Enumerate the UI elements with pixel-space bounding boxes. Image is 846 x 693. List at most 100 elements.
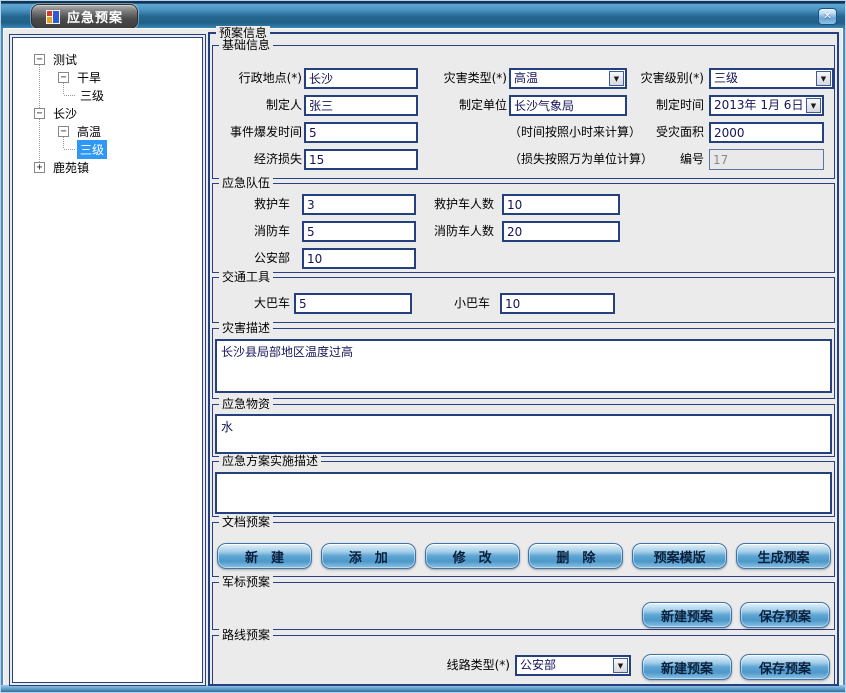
admin-location-label: 行政地点(*): [213, 68, 302, 89]
supplies-groupbox: 应急物资 水: [212, 404, 835, 457]
tree-node-label[interactable]: 测试: [50, 50, 80, 69]
disaster-desc-title: 灾害描述: [219, 321, 273, 336]
modify-button[interactable]: 修 改: [425, 543, 520, 569]
title-bar: 应急预案 ✕: [1, 1, 845, 29]
affected-area-label: 受灾面积: [619, 122, 704, 143]
tree-node-label[interactable]: 鹿苑镇: [50, 158, 92, 177]
tree-node-label[interactable]: 长沙: [50, 104, 80, 123]
window-title: 应急预案: [67, 7, 123, 26]
tree-expand-icon[interactable]: +: [34, 162, 45, 173]
mil-plan-button-row: 新建预案 保存预案: [634, 602, 830, 628]
tree-collapse-icon[interactable]: −: [34, 54, 45, 65]
close-icon: ✕: [823, 11, 831, 22]
supplies-title: 应急物资: [219, 397, 273, 412]
impl-desc-title: 应急方案实施描述: [219, 454, 321, 469]
route-plan-title: 路线预案: [219, 628, 273, 643]
app-icon: [46, 10, 60, 24]
small-bus-input[interactable]: [500, 293, 615, 314]
add-button[interactable]: 添 加: [321, 543, 416, 569]
basic-info-groupbox: 基础信息 行政地点(*) 灾害类型(*) 高温 ▼ 灾害级别(*) 三级 ▼ 制…: [212, 45, 835, 179]
route-type-select[interactable]: 公安部 ▼: [515, 655, 631, 676]
impl-desc-textarea[interactable]: [215, 472, 832, 514]
create-time-label: 制定时间: [619, 95, 704, 116]
serial-no-label: 编号: [619, 149, 704, 170]
tree-node-label[interactable]: 高温: [74, 122, 104, 141]
small-bus-label: 小巴车: [403, 293, 490, 314]
dropdown-arrow-icon[interactable]: ▼: [806, 98, 821, 113]
ambulance-label: 救护车: [213, 194, 290, 215]
big-bus-label: 大巴车: [213, 293, 290, 314]
basic-info-title: 基础信息: [219, 38, 273, 53]
plan-template-button[interactable]: 预案模版: [632, 543, 727, 569]
tree-node-ceshi[interactable]: − 测试: [34, 50, 80, 68]
ambulance-crew-input[interactable]: [502, 194, 620, 215]
serial-no-input: [709, 149, 824, 170]
outbreak-time-input[interactable]: [304, 122, 418, 143]
dropdown-arrow-icon[interactable]: ▼: [613, 658, 628, 673]
fire-truck-label: 消防车: [213, 221, 290, 242]
big-bus-input[interactable]: [294, 293, 412, 314]
tree-node-luyuanzhen[interactable]: + 鹿苑镇: [34, 158, 92, 176]
route-new-plan-button[interactable]: 新建预案: [642, 654, 732, 680]
tree-node-label[interactable]: 干旱: [74, 68, 104, 87]
outbreak-time-label: 事件爆发时间: [213, 122, 302, 143]
disaster-desc-textarea[interactable]: 长沙县局部地区温度过高: [215, 339, 832, 393]
supplies-textarea[interactable]: 水: [215, 414, 832, 454]
tree-collapse-icon[interactable]: −: [58, 72, 69, 83]
mil-save-plan-button[interactable]: 保存预案: [740, 602, 830, 628]
plan-info-groupbox: 预案信息 基础信息 行政地点(*) 灾害类型(*) 高温 ▼ 灾害级别(*) 三…: [208, 32, 839, 686]
impl-desc-groupbox: 应急方案实施描述: [212, 461, 835, 517]
team-groupbox: 应急队伍 救护车 救护车人数 消防车 消防车人数 公安部: [212, 183, 835, 273]
tree-node-changsha[interactable]: − 长沙: [34, 104, 80, 122]
tree-node-sanji-1[interactable]: 三级: [64, 86, 107, 104]
new-button[interactable]: 新 建: [217, 543, 312, 569]
plan-tree-panel: − 测试 − 干旱 三级 − 长沙 − 高温 三级: [9, 34, 206, 686]
tree-node-ganhan[interactable]: − 干旱: [58, 68, 104, 86]
route-plan-button-row: 新建预案 保存预案: [634, 654, 830, 680]
police-label: 公安部: [213, 248, 290, 269]
team-title: 应急队伍: [219, 176, 273, 191]
doc-plan-button-row: 新 建 添 加 修 改 删 除 预案模版 生成预案: [217, 543, 831, 569]
fire-crew-input[interactable]: [502, 221, 620, 242]
creator-input[interactable]: [304, 95, 418, 116]
police-input[interactable]: [302, 248, 416, 269]
tree-collapse-icon[interactable]: −: [58, 126, 69, 137]
disaster-type-value: 高温: [511, 70, 608, 87]
app-window: 应急预案 ✕ − 测试 − 干旱 三级 −: [0, 0, 846, 693]
delete-button[interactable]: 删 除: [528, 543, 623, 569]
disaster-level-value: 三级: [711, 70, 815, 87]
creator-label: 制定人: [213, 95, 302, 116]
tree-stub-line: [64, 149, 75, 150]
route-plan-groupbox: 路线预案 线路类型(*) 公安部 ▼ 新建预案 保存预案: [212, 635, 835, 686]
fire-crew-label: 消防车人数: [393, 221, 494, 242]
transport-groupbox: 交通工具 大巴车 小巴车: [212, 277, 835, 323]
tree-node-label-selected[interactable]: 三级: [77, 140, 107, 159]
window-bottom-edge: [1, 685, 845, 692]
disaster-level-select[interactable]: 三级 ▼: [709, 68, 834, 89]
tree-node-label[interactable]: 三级: [77, 86, 107, 105]
tree-collapse-icon[interactable]: −: [34, 108, 45, 119]
economic-loss-input[interactable]: [304, 149, 418, 170]
unit-input[interactable]: [509, 95, 627, 116]
tree-node-gaowen[interactable]: − 高温: [58, 122, 104, 140]
unit-label: 制定单位: [423, 95, 507, 116]
admin-location-input[interactable]: [304, 68, 418, 89]
generate-plan-button[interactable]: 生成预案: [736, 543, 831, 569]
doc-plan-title: 文档预案: [219, 515, 273, 530]
plan-tree: − 测试 − 干旱 三级 − 长沙 − 高温 三级: [12, 37, 203, 683]
tree-stub-line: [64, 95, 75, 96]
mil-plan-groupbox: 军标预案 新建预案 保存预案: [212, 582, 835, 630]
create-time-datepicker[interactable]: 2013年 1月 6日 ▼: [709, 95, 824, 116]
close-button[interactable]: ✕: [818, 8, 837, 25]
doc-plan-groupbox: 文档预案 新 建 添 加 修 改 删 除 预案模版 生成预案: [212, 522, 835, 577]
route-type-label: 线路类型(*): [393, 655, 510, 676]
ambulance-crew-label: 救护车人数: [393, 194, 494, 215]
mil-new-plan-button[interactable]: 新建预案: [642, 602, 732, 628]
disaster-type-select[interactable]: 高温 ▼: [509, 68, 627, 89]
dropdown-arrow-icon[interactable]: ▼: [816, 71, 831, 86]
title-tab: 应急预案: [31, 4, 138, 29]
affected-area-input[interactable]: [709, 122, 824, 143]
tree-node-sanji-selected[interactable]: 三级: [64, 140, 107, 158]
route-save-plan-button[interactable]: 保存预案: [740, 654, 830, 680]
create-time-value: 2013年 1月 6日: [711, 97, 805, 114]
